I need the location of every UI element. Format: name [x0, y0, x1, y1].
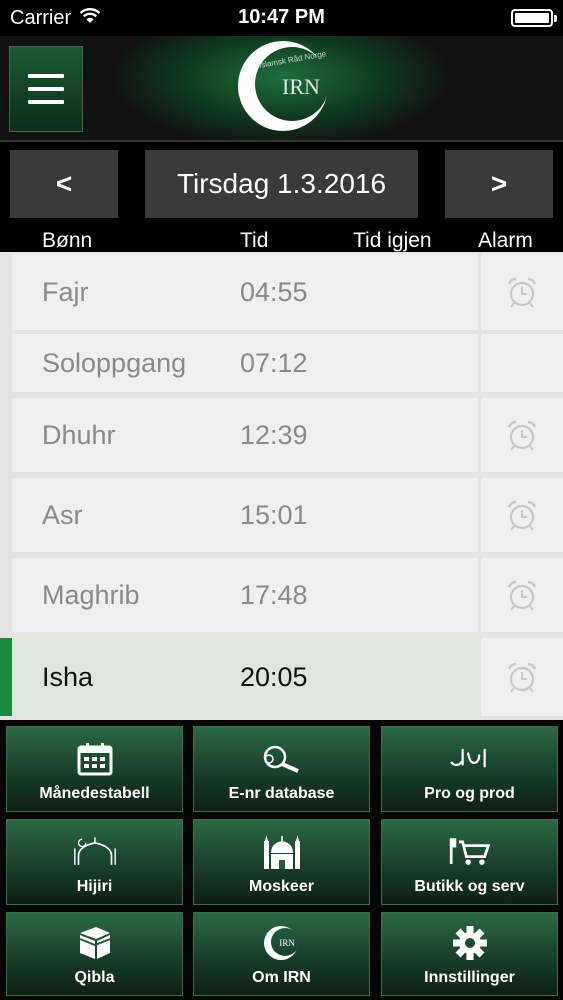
menu-button-about-irn[interactable]: IRN Om IRN [193, 912, 370, 996]
prayer-time: 15:01 [240, 499, 308, 530]
menu-button-hijiri[interactable]: Hijiri [6, 819, 183, 905]
menu-button-shop-services[interactable]: Butikk og serv [381, 819, 558, 905]
gear-icon [448, 921, 492, 965]
menu-label: E-nr database [228, 785, 335, 802]
status-bar: Carrier 10:47 PM [0, 0, 563, 36]
date-navigation: < Tirsdag 1.3.2016 > [0, 150, 563, 218]
svg-text:IRN: IRN [279, 938, 295, 948]
menu-button-qibla[interactable]: Qibla [6, 912, 183, 996]
prayer-row-fajr[interactable]: Fajr 04:55 [0, 254, 563, 330]
menu-button-products[interactable]: Pro og prod [381, 726, 558, 812]
prayer-time: 20:05 [240, 661, 308, 692]
app-header: IRN Islamsk Råd Norge [0, 36, 563, 142]
halal-icon [448, 737, 492, 781]
alarm-clock-icon[interactable] [505, 276, 539, 308]
menu-button-mosques[interactable]: Moskeer [193, 819, 370, 905]
prayer-row-dhuhr[interactable]: Dhuhr 12:39 [0, 398, 563, 472]
menu-label: Qibla [74, 969, 115, 986]
prayer-time: 07:12 [240, 347, 308, 378]
mosque-dome-icon [73, 830, 117, 874]
prayer-name: Soloppgang [42, 347, 187, 378]
logo-text: IRN [282, 74, 320, 99]
irn-logo-icon: IRN [260, 921, 304, 965]
status-time: 10:47 PM [238, 6, 325, 28]
prayer-row-asr[interactable]: Asr 15:01 [0, 478, 563, 552]
battery-icon [511, 9, 557, 27]
kaaba-icon [73, 921, 117, 965]
mosque-icon [260, 830, 304, 874]
prayer-name: Fajr [42, 276, 89, 307]
prayer-row-soloppgang[interactable]: Soloppgang 07:12 [0, 334, 563, 392]
prayer-name: Isha [42, 661, 94, 692]
menu-button-settings[interactable]: Innstillinger [381, 912, 558, 996]
previous-day-button[interactable]: < [10, 150, 118, 218]
column-headers: Bønn Tid Tid igjen Alarm [0, 226, 563, 252]
prayer-name: Dhuhr [42, 419, 116, 450]
menu-label: Månedestabell [39, 785, 150, 802]
menu-button-monthly-table[interactable]: Månedestabell [6, 726, 183, 812]
menu-label: Butikk og serv [414, 878, 525, 895]
column-header-time: Tid [240, 229, 269, 252]
prayer-name: Asr [42, 499, 83, 530]
menu-label: Om IRN [252, 969, 311, 986]
prayer-name: Maghrib [42, 579, 140, 610]
alarm-clock-icon[interactable] [505, 419, 539, 451]
prayer-time: 17:48 [240, 579, 308, 610]
current-prayer-marker [0, 638, 12, 716]
alarm-clock-icon[interactable] [505, 499, 539, 531]
prayer-time: 04:55 [240, 276, 308, 307]
irn-logo: IRN Islamsk Råd Norge [235, 38, 335, 134]
menu-label: Hijiri [76, 878, 113, 895]
main-menu-grid: Månedestabell E-nr database Pro og prod … [0, 720, 563, 1000]
alarm-clock-icon[interactable] [505, 661, 539, 693]
menu-button-enr-database[interactable]: E-nr database [193, 726, 370, 812]
column-header-remaining: Tid igjen [353, 229, 432, 252]
menu-label: Pro og prod [424, 785, 515, 802]
magnifier-icon [260, 737, 304, 781]
prayer-row-isha[interactable]: Isha 20:05 [0, 638, 563, 716]
alarm-clock-icon[interactable] [505, 579, 539, 611]
menu-label: Moskeer [249, 878, 314, 895]
cart-icon [448, 830, 492, 874]
prayer-row-maghrib[interactable]: Maghrib 17:48 [0, 558, 563, 632]
menu-label: Innstillinger [424, 969, 515, 986]
prayer-time: 12:39 [240, 419, 308, 450]
hamburger-menu-button[interactable] [9, 46, 83, 132]
column-header-alarm: Alarm [478, 229, 533, 252]
calendar-icon [73, 737, 117, 781]
column-header-prayer: Bønn [42, 229, 93, 252]
prayer-times-list: Fajr 04:55 Soloppgang 07:12 Dhuhr 12:39 Asr… [0, 252, 563, 720]
current-date[interactable]: Tirsdag 1.3.2016 [145, 150, 418, 218]
next-day-button[interactable]: > [445, 150, 553, 218]
